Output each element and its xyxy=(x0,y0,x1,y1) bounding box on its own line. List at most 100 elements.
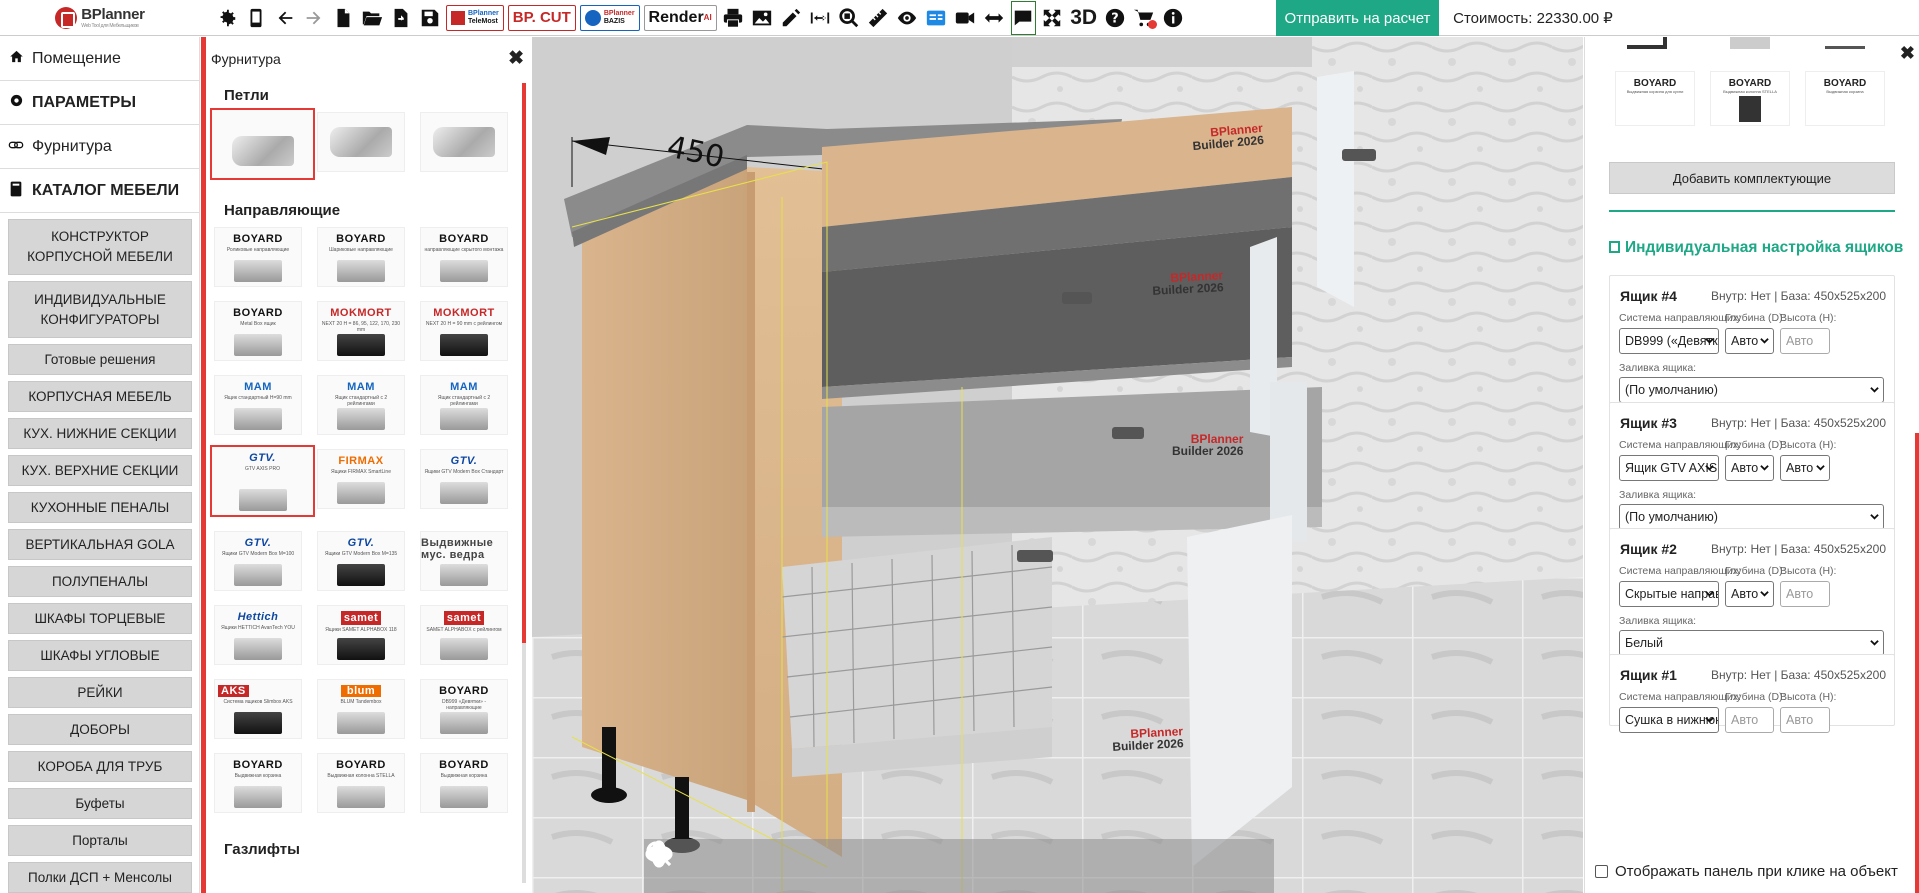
zoom-area-icon[interactable] xyxy=(837,5,862,30)
image-icon[interactable] xyxy=(750,5,775,30)
hinge-item[interactable] xyxy=(210,108,315,180)
slide-item[interactable]: MAM Ящик стандартный с 2 рейлингами xyxy=(420,375,508,435)
fullscreen-icon[interactable] xyxy=(1040,5,1065,30)
resize-horizontal-icon[interactable] xyxy=(982,5,1007,30)
category-configurators[interactable]: ИНДИВИДУАЛЬНЫЕ КОНФИГУРАТОРЫ xyxy=(8,281,192,338)
category-half-tall[interactable]: ПОЛУПЕНАЛЫ xyxy=(8,566,192,597)
category-extensions[interactable]: ДОБОРЫ xyxy=(8,714,192,745)
settings-gear-icon[interactable] xyxy=(214,5,239,30)
category-kitchen-upper[interactable]: КУХ. ВЕРХНИЕ СЕКЦИИ xyxy=(8,455,192,486)
ruler-icon[interactable] xyxy=(866,5,891,30)
new-file-icon[interactable] xyxy=(330,5,355,30)
slide-system-select[interactable]: DB999 («Девятки») xyxy=(1619,328,1719,354)
sidebar-item-params[interactable]: ПАРАМЕТРЫ xyxy=(0,81,199,125)
file-export-icon[interactable] xyxy=(388,5,413,30)
app-logo[interactable]: BPlanner Web Tool для Мебельщиков xyxy=(0,0,200,36)
category-ready-solutions[interactable]: Готовые решения xyxy=(8,344,192,375)
hardware-scrollbar-thumb[interactable] xyxy=(522,83,526,643)
slide-item[interactable]: BOYARD Выдвижная корзина xyxy=(420,753,508,813)
slide-item[interactable]: BOYARD Выдвижная корзина xyxy=(214,753,302,813)
fill-select[interactable]: Белый xyxy=(1619,630,1884,656)
height-input[interactable]: Авто xyxy=(1780,328,1830,354)
send-for-calculation-button[interactable]: Отправить на расчет xyxy=(1276,0,1439,36)
slide-item[interactable]: BOYARD DB999 «Девятки» - направляющие xyxy=(420,679,508,739)
zoom-out-icon[interactable] xyxy=(646,841,1008,884)
fill-select[interactable]: (По умолчанию) xyxy=(1619,377,1884,403)
slide-item[interactable]: BOYARD Шариковые направляющие xyxy=(317,227,405,287)
video-camera-icon[interactable] xyxy=(953,5,978,30)
rotate-up-icon[interactable] xyxy=(651,840,823,884)
pan-left-icon[interactable] xyxy=(647,844,1192,884)
accessory-item[interactable]: BOYARD Выдвижная корзина xyxy=(1805,71,1885,126)
print-icon[interactable] xyxy=(721,5,746,30)
show-panel-checkbox[interactable] xyxy=(1595,865,1608,878)
category-shelves[interactable]: Полки ДСП + Менсолы xyxy=(8,862,192,893)
height-input[interactable]: Авто xyxy=(1780,581,1830,607)
slide-item[interactable]: MOKMORT NEXT 20 H = 86, 95, 122, 170, 230… xyxy=(317,301,405,361)
redo-arrow-icon[interactable] xyxy=(301,5,326,30)
accessory-item[interactable]: BOYARD Выдвижная колонна STELLA xyxy=(1710,71,1790,126)
pan-up-icon[interactable] xyxy=(649,842,1069,884)
zoom-in-icon[interactable] xyxy=(646,841,946,884)
save-icon[interactable] xyxy=(417,5,442,30)
sidebar-item-hardware[interactable]: Фурнитура xyxy=(0,125,199,169)
category-cabinet-furniture[interactable]: КОРПУСНАЯ МЕБЕЛЬ xyxy=(8,381,192,412)
comment-icon[interactable] xyxy=(1010,0,1036,35)
slide-item[interactable]: blum BLUM Tandembox xyxy=(317,679,405,739)
depth-select[interactable]: Авто xyxy=(1725,328,1774,354)
slide-item[interactable]: BOYARD Выдвижная колонна STELLA xyxy=(317,753,405,813)
slide-item[interactable]: samet SAMET ALPHABOX с рейлингом xyxy=(420,605,508,665)
close-icon[interactable]: ✖ xyxy=(1900,43,1915,64)
undo-arrow-icon[interactable] xyxy=(272,5,297,30)
category-constructor[interactable]: КОНСТРУКТОР КОРПУСНОЙ МЕБЕЛИ xyxy=(8,219,192,275)
depth-input[interactable]: Авто xyxy=(1725,707,1774,733)
slide-system-select[interactable]: Ящик GTV AXIS PRO xyxy=(1619,455,1719,481)
hinge-item[interactable] xyxy=(317,112,405,172)
slide-item[interactable]: Выдвижные мус. ведра xyxy=(420,531,508,591)
category-kitchen-tall[interactable]: КУХОННЫЕ ПЕНАЛЫ xyxy=(8,492,192,523)
category-pipe-boxes[interactable]: КОРОБА ДЛЯ ТРУБ xyxy=(8,751,192,782)
info-icon[interactable] xyxy=(1161,5,1186,30)
slide-item[interactable]: BOYARD Роликовые направляющие xyxy=(214,227,302,287)
fill-select[interactable]: (По умолчанию) xyxy=(1619,504,1884,530)
category-rails[interactable]: РЕЙКИ xyxy=(8,677,192,708)
slide-item[interactable]: MAM Ящик стандартный H=90 mm xyxy=(214,375,302,435)
sidebar-item-room[interactable]: Помещение xyxy=(0,37,199,81)
depth-select[interactable]: Авто xyxy=(1725,581,1774,607)
depth-select[interactable]: Авто xyxy=(1725,455,1774,481)
slide-item[interactable]: BOYARD Metal Box ящик xyxy=(214,301,302,361)
open-folder-icon[interactable] xyxy=(359,5,384,30)
mobile-device-icon[interactable] xyxy=(243,5,268,30)
view-3d-toggle[interactable]: 3D xyxy=(1069,5,1099,30)
render-ai-button[interactable]: Render AI xyxy=(643,4,717,31)
close-icon[interactable]: ✖ xyxy=(508,47,524,70)
slide-system-select[interactable]: Скрытые направляющие xyxy=(1619,581,1719,607)
pencil-icon[interactable] xyxy=(779,5,804,30)
slide-item[interactable]: GTV. Ящики GTV Modern Box Стандарт xyxy=(420,449,508,509)
rotate-right-icon[interactable] xyxy=(645,845,762,884)
sidebar-item-catalog[interactable]: КАТАЛОГ МЕБЕЛИ xyxy=(0,169,199,213)
add-components-button[interactable]: Добавить комплектующие xyxy=(1609,162,1895,194)
bpcut-button[interactable]: BP. CUT xyxy=(507,4,576,31)
bazis-button[interactable]: BPlanner BAZIS xyxy=(579,4,640,31)
eye-icon[interactable] xyxy=(895,5,920,30)
help-icon[interactable]: ? xyxy=(1103,5,1128,30)
right-panel-scrollbar[interactable] xyxy=(1915,433,1919,893)
category-end-cabinets[interactable]: ШКАФЫ ТОРЦЕВЫЕ xyxy=(8,603,192,634)
slide-item[interactable]: samet Ящики SAMET ALPHABOX 118 xyxy=(317,605,405,665)
slide-item[interactable]: GTV. Ящики GTV Modern Box M=135 xyxy=(317,531,405,591)
3d-viewport[interactable]: 450 BPlanner Builder 2026 BPlanner Builder… xyxy=(532,37,1583,893)
category-corner-cabinets[interactable]: ШКАФЫ УГЛОВЫЕ xyxy=(8,640,192,671)
hinge-item[interactable] xyxy=(420,112,508,172)
telemost-button[interactable]: BPlanner TeleMost xyxy=(446,4,504,31)
cart-icon[interactable] xyxy=(1132,5,1157,30)
hardware-scrollbar-track[interactable] xyxy=(522,643,526,883)
slide-item[interactable]: MAM Ящик стандартный с 2 рейлингами xyxy=(317,375,405,435)
category-portals[interactable]: Порталы xyxy=(8,825,192,856)
height-select[interactable]: Авто xyxy=(1780,455,1830,481)
pan-down-icon[interactable] xyxy=(649,842,1130,884)
slide-item[interactable]: FIRMAX Ящики FIRMAX SmartLine xyxy=(317,449,405,509)
slide-item[interactable]: MOKMORT NEXT 20 H = 90 mm с рейлингом xyxy=(420,301,508,361)
text-panel-icon[interactable] xyxy=(924,5,949,30)
slide-system-select[interactable]: Сушка в нижнюю xyxy=(1619,707,1719,733)
